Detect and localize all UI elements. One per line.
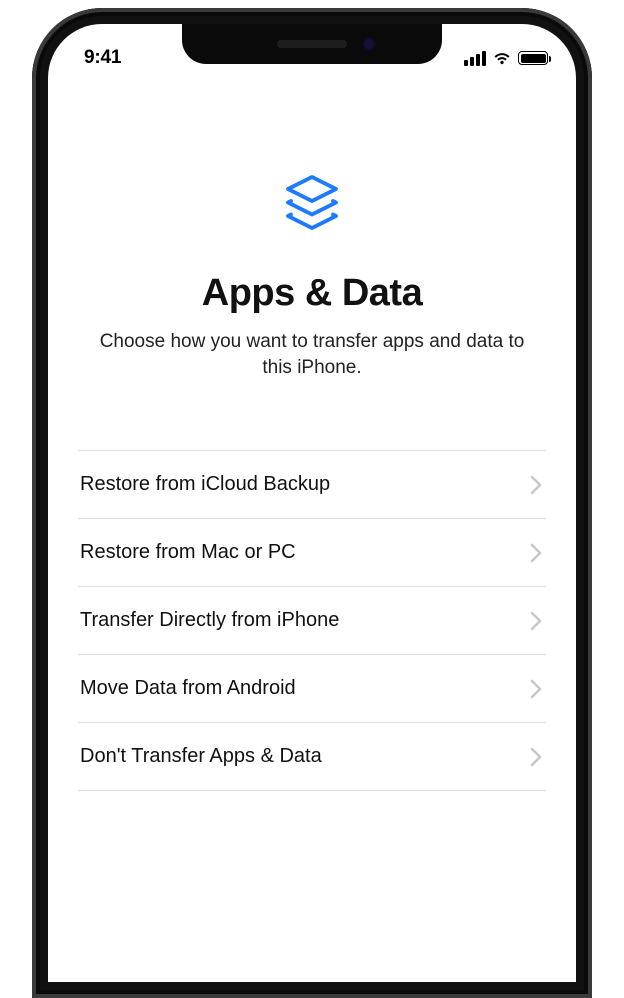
phone-frame: 9:41 [32, 8, 592, 998]
setup-content: Apps & Data Choose how you want to trans… [48, 80, 576, 791]
page-subtitle: Choose how you want to transfer apps and… [78, 329, 546, 380]
option-label: Don't Transfer Apps & Data [80, 745, 322, 768]
page-title: Apps & Data [78, 272, 546, 315]
status-time: 9:41 [84, 47, 184, 69]
option-label: Transfer Directly from iPhone [80, 609, 339, 632]
option-move-android[interactable]: Move Data from Android [78, 655, 546, 723]
chevron-right-icon [530, 543, 542, 563]
option-label: Restore from Mac or PC [80, 541, 296, 564]
speaker-grille [277, 40, 347, 48]
option-transfer-iphone[interactable]: Transfer Directly from iPhone [78, 587, 546, 655]
apps-data-icon [78, 170, 546, 244]
cellular-signal-icon [464, 51, 486, 66]
option-restore-icloud[interactable]: Restore from iCloud Backup [78, 451, 546, 519]
screen: 9:41 [48, 24, 576, 982]
chevron-right-icon [530, 747, 542, 767]
option-dont-transfer[interactable]: Don't Transfer Apps & Data [78, 723, 546, 791]
option-label: Restore from iCloud Backup [80, 473, 330, 496]
chevron-right-icon [530, 679, 542, 699]
wifi-icon [492, 51, 512, 65]
status-indicators [438, 51, 548, 66]
front-camera [362, 37, 376, 51]
chevron-right-icon [530, 611, 542, 631]
chevron-right-icon [530, 475, 542, 495]
options-list: Restore from iCloud Backup Restore from … [78, 450, 546, 791]
option-label: Move Data from Android [80, 677, 296, 700]
option-restore-mac-pc[interactable]: Restore from Mac or PC [78, 519, 546, 587]
notch [182, 24, 442, 64]
battery-icon [518, 51, 548, 65]
